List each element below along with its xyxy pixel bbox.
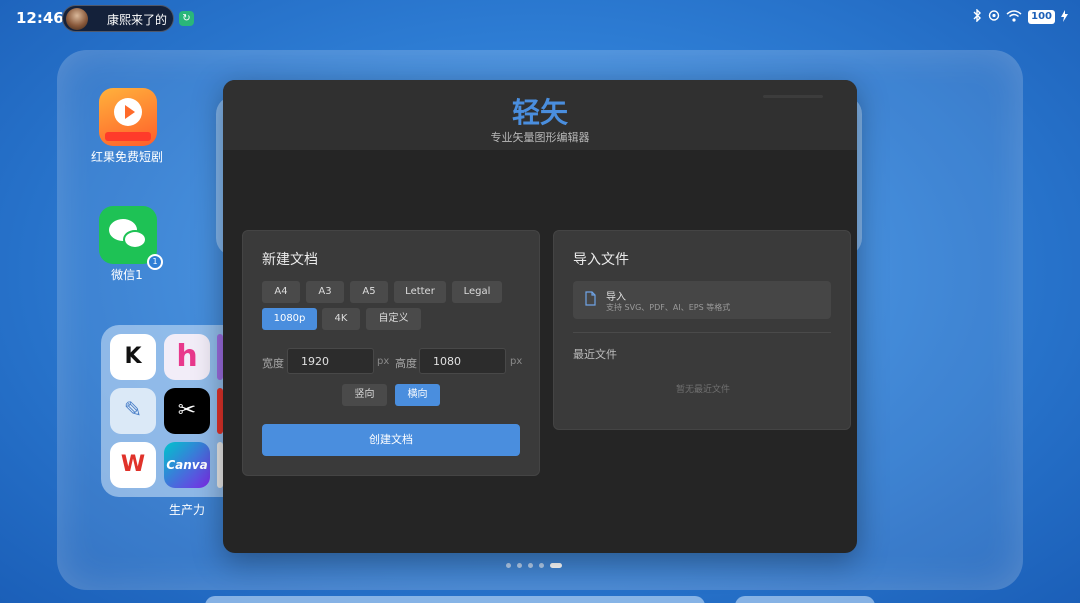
divider [573,332,831,333]
play-icon [114,98,142,126]
new-document-title: 新建文档 [262,252,318,268]
notification-avatar [66,8,88,30]
folder-app-capcut[interactable]: ✂ [164,388,210,434]
preset-1080p[interactable]: 1080p [262,308,317,330]
wechat-app-icon[interactable]: 1 [99,206,163,270]
folder-app-1[interactable]: K [110,334,156,380]
import-file-title: 导入文件 [573,252,629,268]
width-label: 宽度 [262,357,284,370]
battery-icon: 100 [1028,10,1055,24]
app-title: 轻矢 [511,96,568,129]
folder-app-3[interactable]: ✎ [110,388,156,434]
hongguo-app-label: 红果免费短剧 [90,150,163,164]
preset-custom[interactable]: 自定义 [366,308,421,330]
import-supported-formats: 支持 SVG、PDF、AI、EPS 等格式 [606,303,731,312]
preset-legal[interactable]: Legal [452,281,502,303]
app-subtitle: 专业矢量图形编辑器 [490,131,590,144]
width-unit: px [377,356,390,367]
app-header: 轻矢 专业矢量图形编辑器 [223,80,857,150]
import-file-card: 导入文件 导入 支持 SVG、PDF、AI、EPS 等格式 最近文件 暂无最近文… [553,230,851,430]
notification-text: 康熙来了的 [107,13,168,27]
bluetooth-icon [972,8,982,25]
new-document-card: 新建文档 A4 A3 A5 Letter Legal 1080p 4K 自定义 … [242,230,540,476]
height-input[interactable] [419,348,506,374]
orientation-landscape-button[interactable]: 横向 [395,384,440,406]
status-clock: 12:46 [16,9,64,27]
preset-a3[interactable]: A3 [306,281,344,303]
import-button-label: 导入 [606,292,626,303]
nfc-icon [988,9,1000,25]
page-indicator[interactable] [506,563,562,568]
wechat-app-label: 微信1 [111,268,143,282]
preset-4k[interactable]: 4K [322,308,360,330]
wifi-icon [1006,9,1022,25]
status-icons: 100 [972,8,1068,25]
live-notification-pill[interactable]: 康熙来了的 [62,5,174,32]
dock [205,596,705,603]
create-document-button[interactable]: 创建文档 [262,424,520,456]
import-button[interactable]: 导入 支持 SVG、PDF、AI、EPS 等格式 [573,281,831,319]
width-input[interactable] [287,348,374,374]
hongguo-app-icon[interactable] [99,88,157,146]
status-bar: 12:46 康熙来了的 ↻ 100 [0,0,1080,36]
file-icon [585,291,596,306]
preset-a4[interactable]: A4 [262,281,300,303]
folder-app-canva[interactable]: Canva [164,442,210,488]
preset-letter[interactable]: Letter [394,281,446,303]
orientation-portrait-button[interactable]: 竖向 [342,384,387,406]
preset-a5[interactable]: A5 [350,281,388,303]
height-label: 高度 [395,357,417,370]
height-unit: px [510,356,523,367]
recent-files-title: 最近文件 [573,348,617,361]
background-app-icon[interactable]: ↻ [179,11,194,26]
recent-files-empty: 暂无最近文件 [675,385,730,395]
app-window: 轻矢 专业矢量图形编辑器 新建文档 A4 A3 A5 Letter Legal … [223,80,857,553]
folder-app-wps[interactable]: W [110,442,156,488]
charging-icon [1061,9,1068,25]
folder-app-2[interactable]: h [164,334,210,380]
